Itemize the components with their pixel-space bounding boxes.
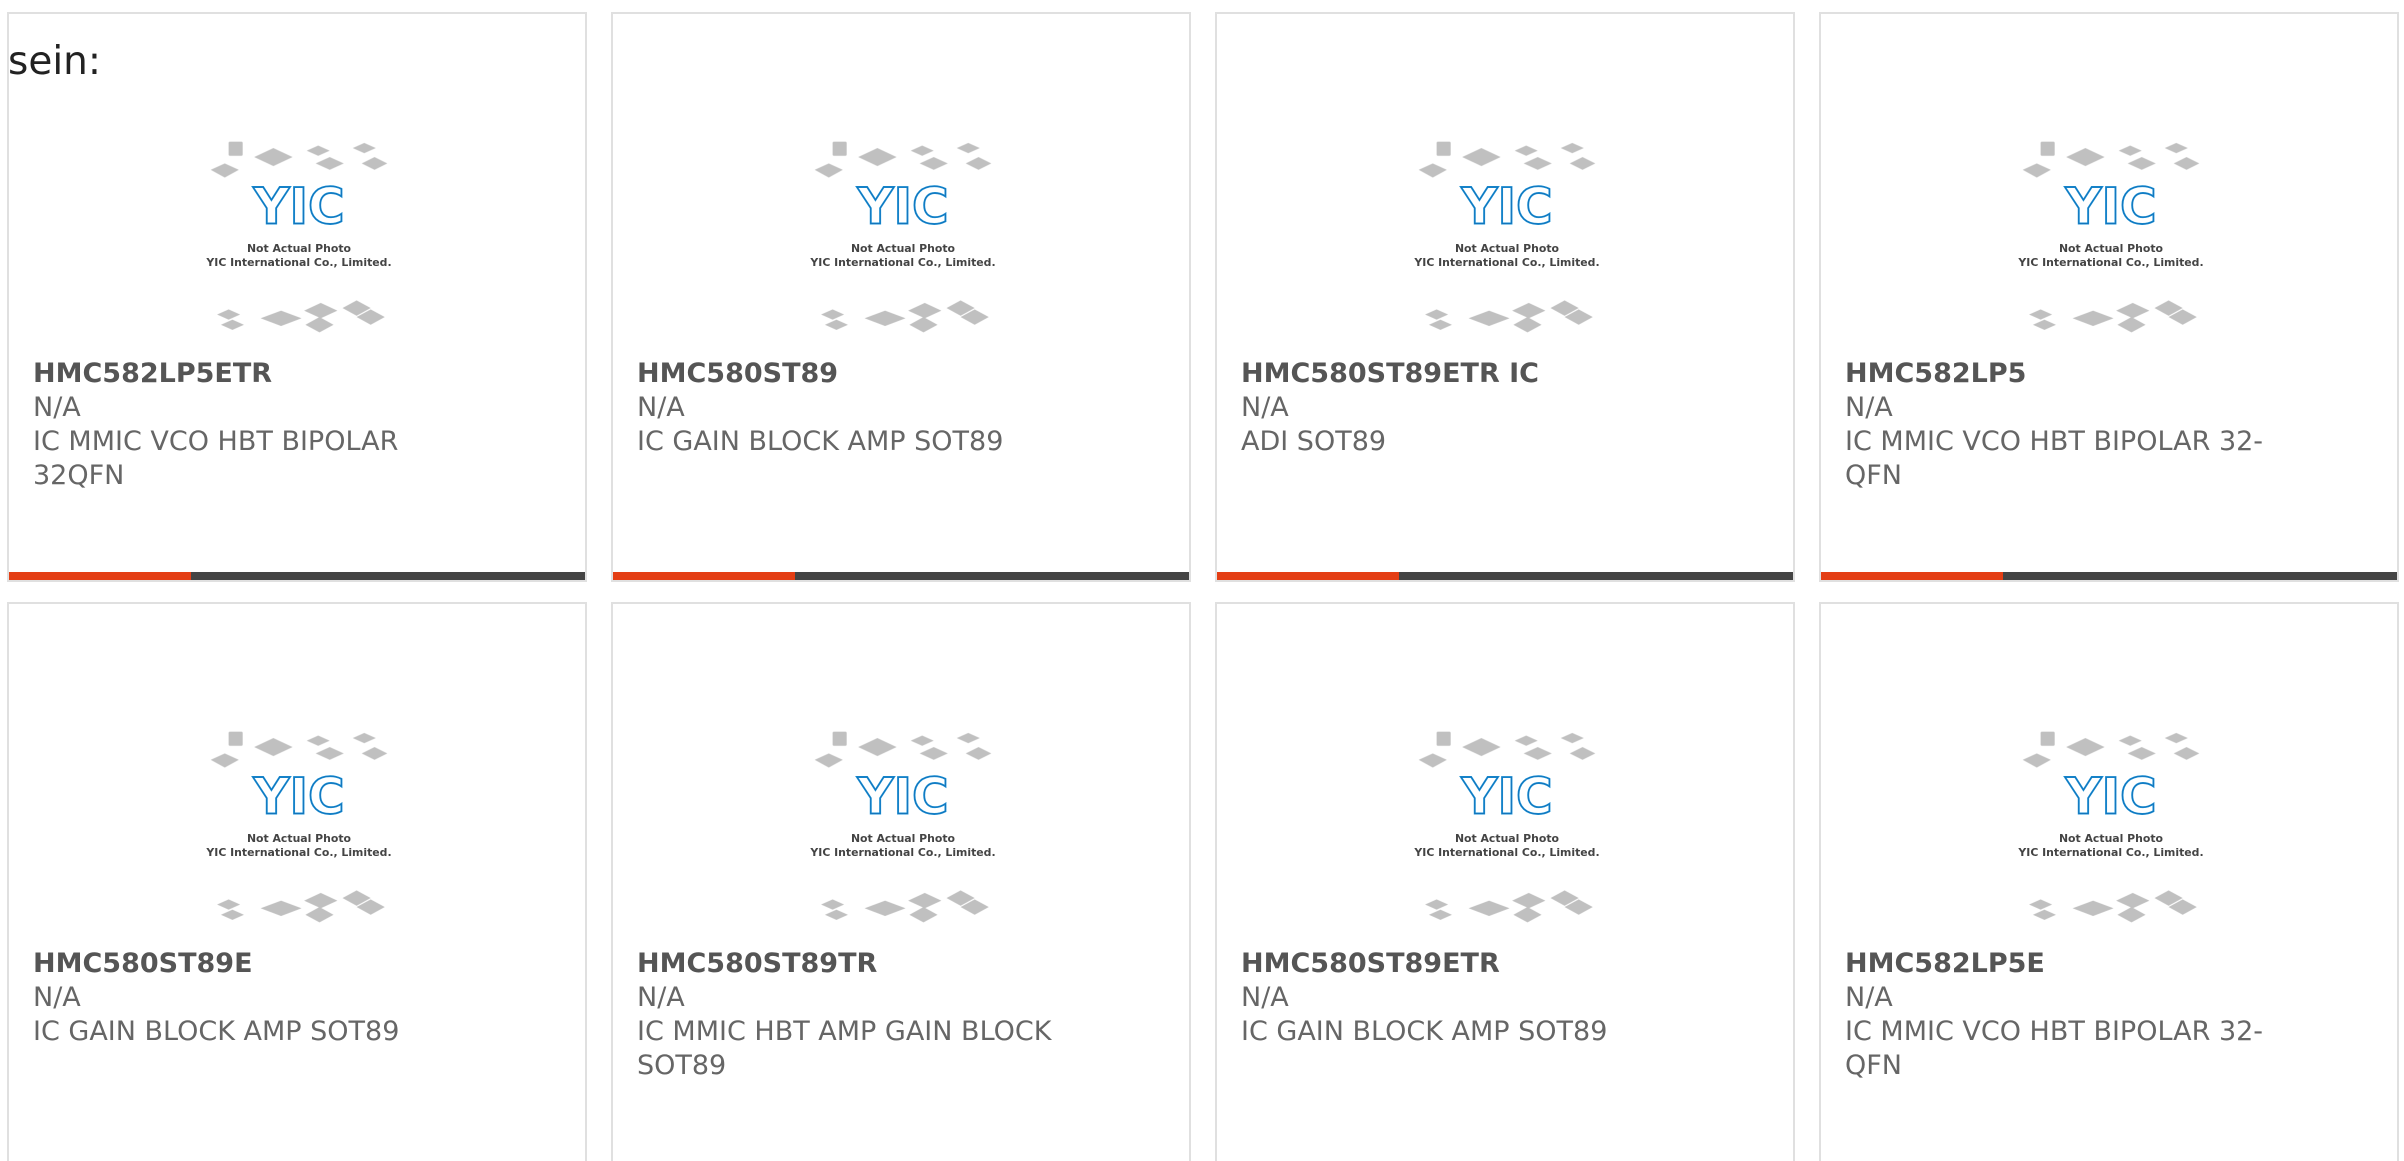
accent-bar xyxy=(613,572,1189,580)
company-label: YIC International Co., Limited. xyxy=(2017,256,2203,269)
manufacturer: N/A xyxy=(637,392,685,423)
not-actual-photo-label: Not Actual Photo xyxy=(1455,242,1559,255)
manufacturer: N/A xyxy=(33,392,81,423)
part-number[interactable]: HMC582LP5ETR xyxy=(33,357,453,391)
not-actual-photo-image: YICYICNot Actual PhotoYIC International … xyxy=(1413,731,1600,923)
company-label: YIC International Co., Limited. xyxy=(1413,256,1599,269)
svg-text:YIC: YIC xyxy=(252,178,344,236)
not-actual-photo-label: Not Actual Photo xyxy=(851,242,955,255)
company-label: YIC International Co., Limited. xyxy=(809,256,995,269)
not-actual-photo-label: Not Actual Photo xyxy=(247,832,351,845)
description: IC MMIC VCO HBT BIPOLAR 32-QFN xyxy=(1845,426,2264,491)
not-actual-photo-image: YICYICNot Actual PhotoYIC International … xyxy=(205,731,392,923)
product-card[interactable]: YIC YIC Not Actual Photo YIC International … xyxy=(7,602,587,1161)
accent-bar xyxy=(9,572,585,580)
accent-bar xyxy=(1217,572,1793,580)
product-card[interactable]: YIC YIC Not Actual Photo YIC International … xyxy=(1819,12,2399,582)
product-card[interactable]: YIC YIC Not Actual Photo YIC International … xyxy=(7,12,587,582)
not-actual-photo-label: Not Actual Photo xyxy=(1455,832,1559,845)
not-actual-photo-image: YICYICNot Actual PhotoYIC International … xyxy=(1413,141,1600,333)
not-actual-photo-image: YICYICNot Actual PhotoYIC International … xyxy=(809,141,996,333)
svg-text:YIC: YIC xyxy=(1460,178,1552,236)
product-image[interactable]: YIC YIC Not Actual Photo YIC International … xyxy=(765,102,1041,358)
product-card[interactable]: YIC YIC Not Actual Photo YIC International … xyxy=(1215,602,1795,1161)
company-label: YIC International Co., Limited. xyxy=(205,846,391,859)
description: IC MMIC VCO HBT BIPOLAR 32QFN xyxy=(33,426,399,491)
description: IC GAIN BLOCK AMP SOT89 xyxy=(33,1016,400,1047)
product-card[interactable]: YIC YIC Not Actual Photo YIC International … xyxy=(1819,602,2399,1161)
part-number[interactable]: HMC580ST89ETR xyxy=(1241,947,1661,981)
product-image[interactable]: YIC YIC Not Actual Photo YIC International … xyxy=(1369,692,1645,948)
product-card[interactable]: YIC YIC Not Actual Photo YIC International … xyxy=(1215,12,1795,582)
svg-text:YIC: YIC xyxy=(1460,768,1552,826)
product-card[interactable]: YIC YIC Not Actual Photo YIC International … xyxy=(611,602,1191,1161)
svg-text:YIC: YIC xyxy=(856,178,948,236)
svg-text:YIC: YIC xyxy=(2064,178,2156,236)
not-actual-photo-image: YICYICNot Actual PhotoYIC International … xyxy=(809,731,996,923)
part-number[interactable]: HMC582LP5 xyxy=(1845,357,2265,391)
manufacturer: N/A xyxy=(1845,392,1893,423)
not-actual-photo-label: Not Actual Photo xyxy=(247,242,351,255)
description: IC MMIC VCO HBT BIPOLAR 32-QFN xyxy=(1845,1016,2264,1081)
not-actual-photo-label: Not Actual Photo xyxy=(2059,832,2163,845)
svg-text:YIC: YIC xyxy=(856,768,948,826)
company-label: YIC International Co., Limited. xyxy=(1413,846,1599,859)
not-actual-photo-label: Not Actual Photo xyxy=(851,832,955,845)
part-number[interactable]: HMC580ST89TR xyxy=(637,947,1057,981)
manufacturer: N/A xyxy=(33,982,81,1013)
product-grid-page: sein: YIC YIC Not Actual Photo YIC Internat… xyxy=(0,0,2404,1161)
description: ADI SOT89 xyxy=(1241,426,1387,457)
product-image[interactable]: YIC YIC Not Actual Photo YIC International … xyxy=(161,692,437,948)
not-actual-photo-image: YICYICNot Actual PhotoYIC International … xyxy=(2017,141,2204,333)
product-image[interactable]: YIC YIC Not Actual Photo YIC International … xyxy=(1369,102,1645,358)
manufacturer: N/A xyxy=(637,982,685,1013)
description: IC GAIN BLOCK AMP SOT89 xyxy=(1241,1016,1608,1047)
product-image[interactable]: YIC YIC Not Actual Photo YIC International … xyxy=(161,102,437,358)
product-grid: YIC YIC Not Actual Photo YIC International … xyxy=(7,12,2399,1161)
not-actual-photo-label: Not Actual Photo xyxy=(2059,242,2163,255)
not-actual-photo-image: YICYICNot Actual PhotoYIC International … xyxy=(205,141,392,333)
part-number[interactable]: HMC580ST89ETR IC xyxy=(1241,357,1661,391)
company-label: YIC International Co., Limited. xyxy=(2017,846,2203,859)
part-number[interactable]: HMC580ST89E xyxy=(33,947,453,981)
company-label: YIC International Co., Limited. xyxy=(205,256,391,269)
company-label: YIC International Co., Limited. xyxy=(809,846,995,859)
product-image[interactable]: YIC YIC Not Actual Photo YIC International … xyxy=(1973,102,2249,358)
accent-bar xyxy=(1821,572,2397,580)
svg-text:YIC: YIC xyxy=(252,768,344,826)
part-number[interactable]: HMC580ST89 xyxy=(637,357,1057,391)
product-image[interactable]: YIC YIC Not Actual Photo YIC International … xyxy=(765,692,1041,948)
svg-text:YIC: YIC xyxy=(2064,768,2156,826)
product-image[interactable]: YIC YIC Not Actual Photo YIC International … xyxy=(1973,692,2249,948)
manufacturer: N/A xyxy=(1241,982,1289,1013)
manufacturer: N/A xyxy=(1241,392,1289,423)
manufacturer: N/A xyxy=(1845,982,1893,1013)
intro-text: sein: xyxy=(8,39,102,84)
part-number[interactable]: HMC582LP5E xyxy=(1845,947,2265,981)
product-card[interactable]: YIC YIC Not Actual Photo YIC International … xyxy=(611,12,1191,582)
description: IC GAIN BLOCK AMP SOT89 xyxy=(637,426,1004,457)
not-actual-photo-image: YICYICNot Actual PhotoYIC International … xyxy=(2017,731,2204,923)
description: IC MMIC HBT AMP GAIN BLOCK SOT89 xyxy=(637,1016,1052,1081)
